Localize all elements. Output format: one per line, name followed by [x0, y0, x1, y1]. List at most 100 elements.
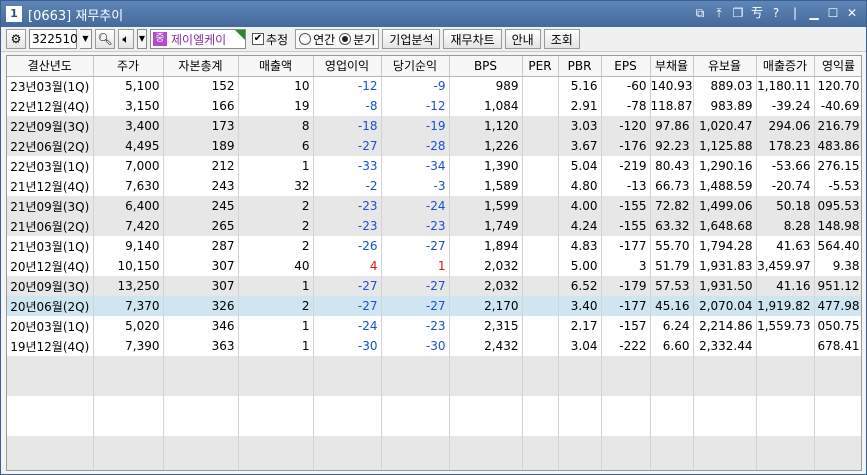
minimize-icon[interactable]: ▁	[806, 5, 822, 21]
guide-button[interactable]: 안내	[504, 29, 541, 49]
column-header[interactable]: 매출증가	[756, 56, 815, 77]
sound-dropdown-button[interactable]: ▼	[137, 29, 147, 49]
empty-cell	[7, 396, 94, 416]
financial-chart-button[interactable]: 재무차트	[443, 29, 502, 49]
close-icon[interactable]: ✕	[844, 5, 860, 21]
column-header[interactable]: PBR	[558, 56, 602, 77]
table-cell: -19	[381, 116, 450, 136]
empty-cell	[7, 376, 94, 396]
empty-cell	[7, 456, 94, 470]
table-cell: -155	[601, 216, 651, 236]
table-cell: -8	[313, 96, 382, 116]
table-cell: 72.82	[650, 196, 694, 216]
table-cell: 10,150	[93, 256, 164, 276]
table-row[interactable]: 21년09월(3Q) 6,400 245 2 -23 -24 1,599 4.00 -155 72…	[7, 196, 861, 216]
table-cell: 1,931.83	[693, 256, 757, 276]
search-button[interactable]: 🔍︎	[95, 29, 115, 49]
column-header[interactable]: 자본총계	[163, 56, 239, 77]
table-cell: 66.73	[650, 176, 694, 196]
table-cell	[522, 76, 559, 96]
table-cell: 1,931.50	[693, 276, 757, 296]
table-cell: 13,250	[93, 276, 164, 296]
table-row[interactable]: 20년12월(4Q) 10,150 307 40 4 1 2,032 5.00 3 51.79 1,…	[7, 256, 861, 276]
table-cell: 1,499.06	[693, 196, 757, 216]
table-row[interactable]: 21년06월(2Q) 7,420 265 2 -23 -23 1,749 4.24 -155 63…	[7, 216, 861, 236]
empty-cell	[756, 456, 815, 470]
table-cell: 1,084	[449, 96, 523, 116]
table-row[interactable]: 23년03월(1Q) 5,100 152 10 -12 -9 989 5.16 -60 140.9…	[7, 76, 861, 96]
column-header[interactable]: 매출액	[238, 56, 314, 77]
table-row[interactable]: 22년12월(4Q) 3,150 166 19 -8 -12 1,084 2.91 -78 118…	[7, 96, 861, 116]
column-header[interactable]: 결산년도	[7, 56, 94, 77]
table-cell: 7,370	[93, 296, 164, 316]
table-cell: -157	[601, 316, 651, 336]
empty-cell	[650, 456, 694, 470]
table-row[interactable]: 22년03월(1Q) 7,000 212 1 -33 -34 1,390 5.04 -219 80…	[7, 156, 861, 176]
table-cell: 6.60	[650, 336, 694, 356]
column-header[interactable]: EPS	[601, 56, 651, 77]
sound-button[interactable]: 🔈︎	[118, 29, 134, 49]
table-cell: 1,894	[449, 236, 523, 256]
table-cell	[522, 296, 559, 316]
table-cell: 7,630	[93, 176, 164, 196]
column-header[interactable]: 영업이익	[313, 56, 382, 77]
column-header[interactable]: BPS	[449, 56, 523, 77]
table-row[interactable]: 21년03월(1Q) 9,140 287 2 -26 -27 1,894 4.83 -177 55…	[7, 236, 861, 256]
window-copy-icon[interactable]: ❐	[730, 5, 746, 21]
title-bar[interactable]: 1 [0663] 재무추이 ⧉ ⤒ ❐ 亐 ? | ▁ ☐ ✕	[1, 1, 866, 27]
table-row[interactable]: 22년06월(2Q) 4,495 189 6 -27 -28 1,226 3.67 -176 92…	[7, 136, 861, 156]
empty-cell	[814, 456, 861, 470]
empty-cell	[93, 416, 164, 436]
estimate-checkbox-group[interactable]: ✔ 추정	[252, 31, 292, 48]
table-row[interactable]: 20년06월(2Q) 7,370 326 2 -27 -27 2,170 3.40 -177 45…	[7, 296, 861, 316]
table-cell	[522, 236, 559, 256]
table-row[interactable]: 22년09월(3Q) 3,400 173 8 -18 -19 1,120 3.03 -120 97…	[7, 116, 861, 136]
empty-cell	[693, 396, 757, 416]
column-header[interactable]: PER	[522, 56, 559, 77]
stock-name-display[interactable]: 중 제이엘케이	[150, 29, 246, 49]
table-cell: 6.24	[650, 316, 694, 336]
column-header[interactable]: 주가	[93, 56, 164, 77]
table-cell: 40	[238, 256, 314, 276]
financial-data-grid[interactable]: 결산년도 주가 자본총계 매출액 영업이익 당기순익 BPS PER PBR EPS 부채율 유보율 매…	[6, 55, 862, 471]
settings-button[interactable]: ⚙	[6, 29, 26, 49]
pin-top-icon[interactable]: ⤒	[711, 5, 727, 21]
empty-cell	[238, 376, 314, 396]
empty-cell	[693, 456, 757, 470]
column-header[interactable]: 유보율	[693, 56, 757, 77]
table-cell: -27	[313, 276, 382, 296]
table-cell: 166	[163, 96, 239, 116]
column-header[interactable]: 당기순익	[381, 56, 450, 77]
link-window-icon[interactable]: ⧉	[692, 5, 708, 21]
estimate-checkbox[interactable]: ✔	[252, 33, 264, 45]
font-size-icon[interactable]: 亐	[749, 5, 765, 21]
column-header[interactable]: 영익률	[814, 56, 861, 77]
help-icon[interactable]: ?	[768, 5, 784, 21]
table-cell: 276.15	[814, 156, 861, 176]
stock-code-input[interactable]: 322510	[29, 29, 78, 49]
table-cell: 118.87	[650, 96, 694, 116]
table-cell: 22년06월(2Q)	[7, 136, 94, 156]
table-cell: 3.03	[558, 116, 602, 136]
company-analysis-button[interactable]: 기업분석	[382, 29, 441, 49]
empty-cell	[522, 416, 559, 436]
table-cell: -53.66	[756, 156, 815, 176]
speaker-icon: 🔈︎	[122, 31, 130, 46]
empty-cell	[601, 436, 651, 456]
table-row[interactable]: 19년12월(4Q) 7,390 363 1 -30 -30 2,432 3.04 -222 6.…	[7, 336, 861, 356]
query-button[interactable]: 조회	[543, 29, 580, 49]
empty-cell	[522, 376, 559, 396]
table-row[interactable]: 21년12월(4Q) 7,630 243 32 -2 -3 1,589 4.80 -13 66.7…	[7, 176, 861, 196]
empty-cell	[238, 416, 314, 436]
table-cell: -23	[313, 216, 382, 236]
table-cell: 307	[163, 276, 239, 296]
table-cell: 7,000	[93, 156, 164, 176]
stock-code-dropdown-button[interactable]: ▼	[80, 29, 92, 49]
quarter-radio[interactable]	[339, 33, 352, 45]
table-row[interactable]: 20년03월(1Q) 5,020 346 1 -24 -23 2,315 2.17 -157 6.…	[7, 316, 861, 336]
table-cell: 9,140	[93, 236, 164, 256]
annual-radio[interactable]	[299, 33, 312, 45]
maximize-icon[interactable]: ☐	[825, 5, 841, 21]
table-row[interactable]: 20년09월(3Q) 13,250 307 1 -27 -27 2,032 6.52 -179 5…	[7, 276, 861, 296]
column-header[interactable]: 부채율	[650, 56, 694, 77]
